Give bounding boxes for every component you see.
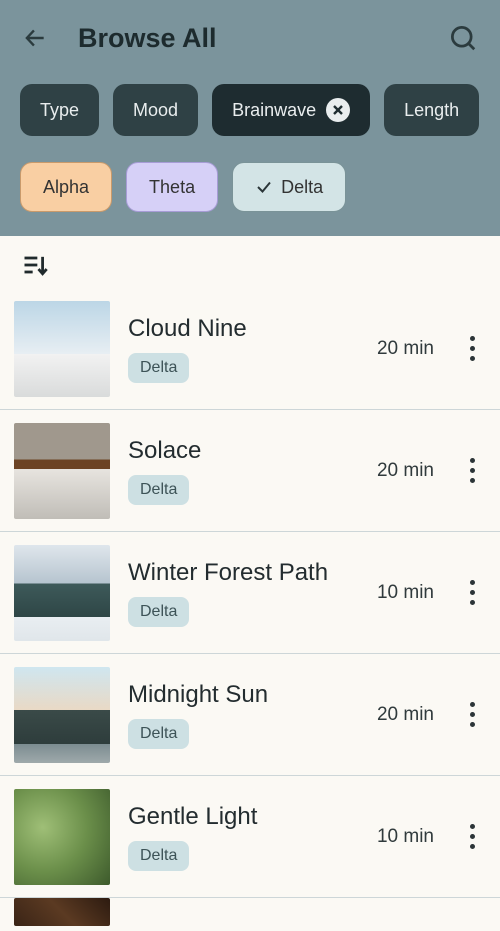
track-title: Gentle Light (128, 803, 359, 831)
arrow-left-icon (22, 25, 48, 51)
header-bar: Browse All (20, 18, 480, 58)
track-tag: Delta (128, 841, 189, 871)
filter-chip-type[interactable]: Type (20, 84, 99, 136)
track-title: Solace (128, 437, 359, 465)
track-item[interactable]: Midnight Sun Delta 20 min (0, 654, 500, 776)
primary-filter-row: Type Mood Brainwave Length (20, 84, 480, 136)
track-tag: Delta (128, 597, 189, 627)
sort-row (0, 236, 500, 288)
track-title: Winter Forest Path (128, 559, 359, 587)
chip-label: Type (40, 100, 79, 121)
track-duration: 20 min (377, 460, 434, 482)
more-button[interactable] (458, 695, 486, 735)
filter-chip-length[interactable]: Length (384, 84, 479, 136)
filter-chip-brainwave[interactable]: Brainwave (212, 84, 370, 136)
track-thumbnail (14, 545, 110, 641)
track-title: Midnight Sun (128, 681, 359, 709)
secondary-filter-row: Alpha Theta Delta (20, 162, 480, 212)
track-body: Winter Forest Path Delta (128, 559, 359, 627)
track-duration: 20 min (377, 704, 434, 726)
track-tag: Delta (128, 719, 189, 749)
track-item[interactable]: Winter Forest Path Delta 10 min (0, 532, 500, 654)
subfilter-delta[interactable]: Delta (232, 162, 346, 212)
header-region: Browse All Type Mood Brainwave Length Al… (0, 0, 500, 236)
track-tag: Delta (128, 353, 189, 383)
track-title: Cloud Nine (128, 315, 359, 343)
filter-chip-mood[interactable]: Mood (113, 84, 198, 136)
chip-label: Alpha (43, 177, 89, 198)
chip-label: Length (404, 100, 459, 121)
more-button[interactable] (458, 817, 486, 857)
subfilter-alpha[interactable]: Alpha (20, 162, 112, 212)
track-thumbnail (14, 667, 110, 763)
track-tag: Delta (128, 475, 189, 505)
chip-label: Mood (133, 100, 178, 121)
track-thumbnail (14, 898, 110, 926)
chip-label: Theta (149, 177, 195, 198)
clear-filter-icon[interactable] (326, 98, 350, 122)
chip-label: Brainwave (232, 100, 316, 121)
chip-label: Delta (281, 177, 323, 198)
content-region: Cloud Nine Delta 20 min Solace Delta 20 … (0, 236, 500, 926)
track-item[interactable]: Cloud Nine Delta 20 min (0, 288, 500, 410)
track-item[interactable]: Gentle Light Delta 10 min (0, 776, 500, 898)
more-button[interactable] (458, 329, 486, 369)
search-icon (448, 23, 478, 53)
more-button[interactable] (458, 573, 486, 613)
track-duration: 20 min (377, 338, 434, 360)
track-list[interactable]: Cloud Nine Delta 20 min Solace Delta 20 … (0, 288, 500, 926)
track-thumbnail (14, 789, 110, 885)
more-button[interactable] (458, 451, 486, 491)
track-duration: 10 min (377, 582, 434, 604)
page-title: Browse All (78, 23, 217, 54)
track-body: Solace Delta (128, 437, 359, 505)
track-duration: 10 min (377, 826, 434, 848)
track-body: Gentle Light Delta (128, 803, 359, 871)
back-button[interactable] (20, 23, 50, 53)
sort-button[interactable] (20, 250, 50, 280)
track-thumbnail (14, 301, 110, 397)
close-icon (332, 104, 344, 116)
track-body: Midnight Sun Delta (128, 681, 359, 749)
track-item[interactable] (0, 898, 500, 926)
sort-icon (21, 251, 49, 279)
search-button[interactable] (446, 21, 480, 55)
check-icon (255, 178, 273, 196)
track-thumbnail (14, 423, 110, 519)
subfilter-theta[interactable]: Theta (126, 162, 218, 212)
track-item[interactable]: Solace Delta 20 min (0, 410, 500, 532)
track-body: Cloud Nine Delta (128, 315, 359, 383)
